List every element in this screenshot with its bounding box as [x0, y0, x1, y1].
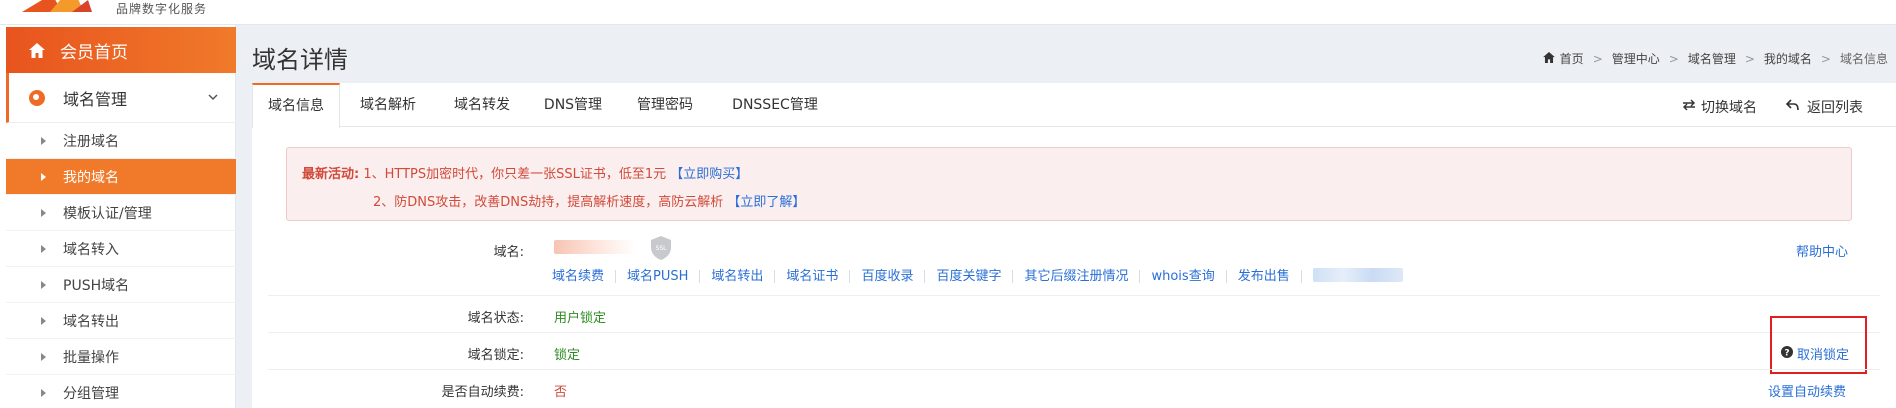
- caret-right-icon: [41, 208, 46, 217]
- tab-dns-resolve[interactable]: 域名解析: [340, 83, 436, 127]
- domain-detail-card: 域名信息 域名解析 域名转发 DNS管理 管理密码 DNSSEC管理 切换域名 …: [252, 83, 1896, 408]
- certificate-link[interactable]: 域名证书: [775, 270, 851, 283]
- ssl-shield-icon: SSL: [649, 235, 673, 265]
- breadcrumb-current: 域名信息: [1839, 52, 1888, 66]
- breadcrumb-center[interactable]: 管理中心: [1612, 50, 1660, 67]
- row-divider: [268, 295, 1880, 296]
- caret-right-icon: [41, 316, 46, 325]
- swap-icon: [1682, 99, 1696, 115]
- status-label: 域名状态:: [467, 311, 524, 326]
- caret-right-icon: [41, 172, 46, 181]
- back-to-list-button[interactable]: 返回列表: [1785, 97, 1863, 117]
- tab-dnssec[interactable]: DNSSEC管理: [712, 83, 838, 127]
- notice-prefix: 最新活动:: [302, 167, 360, 182]
- notice-line-2: 2、防DNS攻击，改善DNS劫持，提高解析速度，高防云解析 【立即了解】: [373, 191, 805, 210]
- set-auto-renew-link[interactable]: 设置自动续费: [1768, 381, 1846, 400]
- sidebar-item-register[interactable]: 注册域名: [6, 123, 236, 159]
- learn-more-link[interactable]: 【立即了解】: [727, 195, 805, 210]
- domain-action-links: 域名续费 域名PUSH 域名转出 域名证书 百度收录 百度关键字 其它后缀注册情…: [552, 268, 1414, 285]
- chevron-down-icon: [208, 89, 218, 105]
- help-center-link[interactable]: 帮助中心: [1796, 241, 1848, 260]
- auto-renew-label: 是否自动续费:: [441, 385, 524, 400]
- sidebar-item-label: 分组管理: [63, 385, 119, 402]
- notice-text-2: 2、防DNS攻击，改善DNS劫持，提高解析速度，高防云解析: [373, 195, 724, 210]
- lock-value: 锁定: [554, 348, 581, 363]
- tab-password[interactable]: 管理密码: [618, 83, 712, 127]
- auto-renew-value: 否: [554, 385, 568, 400]
- sidebar-home-label: 会员首页: [60, 42, 128, 63]
- breadcrumb-home[interactable]: 首页: [1560, 50, 1584, 67]
- baidu-keyword-link[interactable]: 百度关键字: [925, 270, 1014, 283]
- buy-now-link[interactable]: 【立即购买】: [670, 167, 748, 182]
- breadcrumb-domain-mgmt[interactable]: 域名管理: [1688, 50, 1736, 67]
- domain-icon: [29, 89, 45, 106]
- tab-dns-manage[interactable]: DNS管理: [528, 83, 618, 127]
- row-divider: [268, 369, 1880, 370]
- brand-logo: [22, 0, 92, 12]
- sidebar-item-label: 域名转入: [63, 241, 119, 258]
- caret-right-icon: [41, 136, 46, 145]
- sidebar-item-label: 注册域名: [63, 133, 119, 150]
- breadcrumb: 首页 > 管理中心 > 域名管理 > 我的域名 > 域名信息: [1542, 50, 1888, 67]
- sidebar-group-label: 域名管理: [63, 89, 128, 109]
- baidu-index-link[interactable]: 百度收录: [850, 270, 926, 283]
- transfer-out-link[interactable]: 域名转出: [700, 270, 776, 283]
- sidebar-item-label: 我的域名: [63, 169, 119, 186]
- sidebar-item-template[interactable]: 模板认证/管理: [6, 195, 236, 231]
- other-suffix-link[interactable]: 其它后缀注册情况: [1013, 270, 1141, 283]
- status-value: 用户锁定: [554, 311, 607, 326]
- back-to-list-label: 返回列表: [1807, 100, 1863, 116]
- push-link[interactable]: 域名PUSH: [616, 270, 701, 283]
- sidebar-item-groups[interactable]: 分组管理: [6, 375, 236, 408]
- tab-bar: 域名信息 域名解析 域名转发 DNS管理 管理密码 DNSSEC管理 切换域名 …: [252, 83, 1896, 128]
- sidebar-item-batch[interactable]: 批量操作: [6, 339, 236, 375]
- row-divider: [268, 332, 1880, 333]
- caret-right-icon: [41, 352, 46, 361]
- sidebar-home[interactable]: 会员首页: [6, 27, 236, 73]
- sell-link[interactable]: 发布出售: [1227, 270, 1302, 283]
- switch-domain-button[interactable]: 切换域名: [1682, 97, 1757, 117]
- highlight-box: [1770, 316, 1867, 374]
- top-header: 品牌数字化服务: [0, 0, 1896, 25]
- sidebar-group-domain[interactable]: 域名管理: [6, 73, 236, 123]
- whois-link[interactable]: whois查询: [1140, 270, 1227, 283]
- sidebar-item-transfer-in[interactable]: 域名转入: [6, 231, 236, 267]
- redacted-link[interactable]: [1302, 268, 1414, 285]
- domain-name-redacted: [554, 240, 636, 258]
- sidebar-item-transfer-out[interactable]: 域名转出: [6, 303, 236, 339]
- caret-right-icon: [41, 280, 46, 289]
- home-icon: [1542, 51, 1555, 66]
- lock-label: 域名锁定:: [467, 348, 524, 363]
- ssl-badge-text: SSL: [656, 245, 668, 252]
- notice-line-1: 最新活动: 1、HTTPS加密时代，你只差一张SSL证书，低至1元 【立即购买】: [302, 163, 748, 182]
- brand-subtitle: 品牌数字化服务: [116, 2, 208, 16]
- sidebar-item-label: 模板认证/管理: [63, 205, 152, 222]
- sidebar-item-push[interactable]: PUSH域名: [6, 267, 236, 303]
- switch-domain-label: 切换域名: [1701, 100, 1757, 116]
- sidebar-item-my-domains[interactable]: 我的域名: [6, 159, 236, 195]
- notice-text-1: 1、HTTPS加密时代，你只差一张SSL证书，低至1元: [363, 167, 667, 182]
- home-icon: [28, 41, 46, 59]
- sidebar-item-label: 域名转出: [63, 313, 119, 330]
- page-title: 域名详情: [252, 46, 348, 74]
- caret-right-icon: [41, 388, 46, 397]
- caret-right-icon: [41, 244, 46, 253]
- sidebar: 会员首页 域名管理 注册域名 我的域名 模板认证/管理 域名转入 PUSH域名 …: [0, 25, 236, 408]
- sidebar-item-label: 批量操作: [63, 349, 119, 366]
- promo-notice: 最新活动: 1、HTTPS加密时代，你只差一张SSL证书，低至1元 【立即购买】…: [286, 147, 1852, 221]
- domain-label: 域名:: [493, 245, 524, 260]
- sidebar-item-label: PUSH域名: [63, 277, 130, 294]
- tab-domain-info[interactable]: 域名信息: [252, 83, 340, 128]
- reply-arrow-icon: [1785, 99, 1799, 115]
- tab-forward[interactable]: 域名转发: [436, 83, 528, 127]
- breadcrumb-my-domains[interactable]: 我的域名: [1764, 50, 1812, 67]
- renew-link[interactable]: 域名续费: [552, 270, 617, 283]
